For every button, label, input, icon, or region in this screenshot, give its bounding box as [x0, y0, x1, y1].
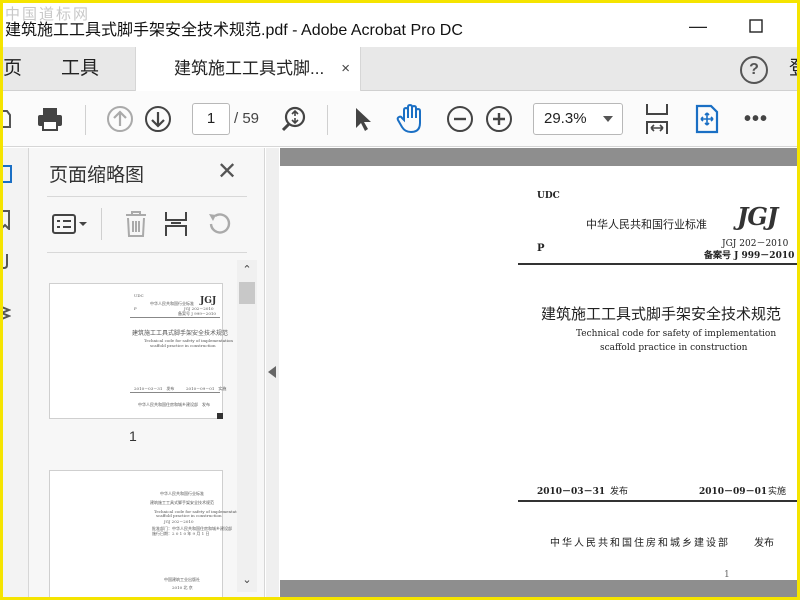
- layers-icon[interactable]: [0, 302, 11, 324]
- thumb-text: UDC: [134, 293, 144, 298]
- tab-home-label: 主页: [3, 58, 23, 79]
- document-title-cn: 建筑施工工具式脚手架安全技术规范: [541, 305, 782, 323]
- thumb-rule: [130, 392, 220, 393]
- thumb-rule: [130, 317, 220, 318]
- page-number: 1: [724, 570, 730, 580]
- divider: [47, 196, 247, 197]
- thumb-text: 2010 北 京: [172, 585, 193, 590]
- maximize-button[interactable]: [741, 11, 771, 41]
- jgj-logo: JGJ: [737, 202, 778, 231]
- pdf-page: UDC 中华人民共和国行业标准 JGJ JGJ 202－2010 P 备案号 J…: [280, 166, 797, 582]
- page-number-input[interactable]: 1: [192, 103, 230, 135]
- scrollbar-thumb[interactable]: [239, 282, 255, 304]
- thumbnail-selected-marker: [217, 413, 223, 419]
- thumb-text: 建筑施工工具式脚手架安全技术规范: [150, 500, 214, 505]
- divider: [101, 208, 102, 240]
- next-page-icon[interactable]: [143, 91, 173, 147]
- window-title: 建筑施工工具式脚手架安全技术规范.pdf - Adobe Acrobat Pro…: [5, 22, 463, 39]
- tab-bar: 主页 工具 建筑施工工具式脚... × ? 登录: [3, 47, 797, 123]
- save-icon[interactable]: [3, 91, 11, 147]
- page-gap: [280, 580, 797, 597]
- header-rule: [518, 263, 797, 265]
- thumb-text: P: [134, 306, 137, 311]
- tab-document-label: 建筑施工工具式脚...: [174, 59, 325, 78]
- document-title-en-1: Technical code for safety of implementat…: [576, 329, 777, 339]
- chevron-down-icon[interactable]: ⌄: [241, 574, 253, 586]
- thumb-text: JGJ 202－2010: [164, 519, 194, 524]
- thumb-logo: JGJ: [200, 296, 217, 306]
- document-title-en-2: scaffold practice in construction: [600, 343, 748, 353]
- thumb-text: 中华人民共和国行业标准: [160, 491, 204, 496]
- thumb-text: 施行日期：2 0 1 0 年 9 月 1 日: [152, 531, 210, 536]
- standard-category: 中华人民共和国行业标准: [586, 218, 707, 231]
- divider: [47, 252, 247, 253]
- minimize-button[interactable]: —: [683, 11, 713, 41]
- insert-page-icon[interactable]: [163, 206, 189, 242]
- zoom-in-icon[interactable]: [484, 91, 514, 147]
- page-thumbnail-2[interactable]: 中华人民共和国行业标准 建筑施工工具式脚手架安全技术规范 Technical c…: [49, 470, 243, 597]
- hand-icon[interactable]: [393, 91, 429, 147]
- zoom-out-icon[interactable]: [445, 91, 475, 147]
- page-thumbnail-1[interactable]: UDC 中华人民共和国行业标准 JGJ P JGJ 202－2010 备案号 J…: [49, 283, 233, 419]
- thumb-text: scaffold practice in construction: [156, 513, 222, 518]
- panel-close-button[interactable]: ✕: [217, 160, 237, 184]
- thumbnail-scrollbar[interactable]: ⌃ ⌄: [237, 260, 257, 592]
- title-bar: 中国道标网 建筑施工工具式脚手架安全技术规范.pdf - Adobe Acrob…: [3, 3, 797, 47]
- toolbar-separator: [85, 105, 86, 135]
- p-label: P: [537, 243, 545, 254]
- issue-label: 发布: [610, 487, 629, 497]
- effective-label: 实施: [768, 487, 787, 497]
- tab-home[interactable]: 主页: [3, 47, 33, 91]
- zoom-value: 29.3%: [544, 110, 587, 127]
- panel-title: 页面缩略图: [49, 165, 145, 186]
- thumbnail-options-icon[interactable]: [51, 206, 89, 242]
- bookmarks-icon[interactable]: [0, 210, 11, 230]
- page-total: / 59: [234, 110, 260, 127]
- zoom-select[interactable]: 29.3%: [533, 103, 623, 135]
- select-arrow-icon[interactable]: [348, 91, 378, 147]
- help-icon[interactable]: ?: [740, 56, 768, 84]
- maximize-icon: [749, 19, 763, 33]
- toolbar: 1 / 59 29.3% •••: [3, 91, 797, 147]
- chevron-up-icon[interactable]: ⌃: [241, 264, 253, 276]
- tab-document[interactable]: 建筑施工工具式脚... ×: [135, 47, 361, 92]
- chevron-down-icon: [603, 116, 613, 122]
- trash-icon[interactable]: [123, 206, 149, 242]
- footer-rule: [518, 500, 797, 502]
- tab-tools[interactable]: 工具: [61, 47, 99, 91]
- udc-label: UDC: [537, 191, 560, 201]
- thumb-text: 建筑施工工具式脚手架安全技术规范: [132, 330, 229, 337]
- thumb-text: 中国建筑工业出版社: [164, 577, 200, 582]
- tab-close-button[interactable]: ×: [341, 47, 350, 91]
- thumb-text: scaffold practice in construction: [150, 343, 216, 348]
- thumb-text: 中华人民共和国住房和城乡建设部 发布: [138, 402, 210, 407]
- rotate-icon[interactable]: [205, 206, 233, 242]
- publisher: 中华人民共和国住房和城乡建设部: [550, 538, 730, 549]
- print-icon[interactable]: [33, 91, 67, 147]
- issue-date: 2010－03－31: [537, 487, 606, 497]
- toolbar-separator: [327, 105, 328, 135]
- publish-label: 发布: [754, 538, 774, 549]
- more-tools-button[interactable]: •••: [739, 91, 773, 147]
- thumbnail-page-number: 1: [129, 428, 137, 444]
- chevron-left-icon: [268, 366, 276, 378]
- find-icon[interactable]: [279, 91, 309, 147]
- attachment-icon[interactable]: [0, 250, 11, 270]
- prev-page-icon[interactable]: [105, 91, 135, 147]
- scroll-mode-icon[interactable]: [691, 91, 723, 147]
- thumbnails-panel: 页面缩略图 ✕ UDC 中华人民共和国行业标准 JGJ P JGJ 202－20…: [29, 148, 265, 597]
- document-view[interactable]: UDC 中华人民共和国行业标准 JGJ JGJ 202－2010 P 备案号 J…: [280, 148, 797, 597]
- panel-collapse-handle[interactable]: [266, 148, 279, 597]
- fit-page-icon[interactable]: [641, 91, 673, 147]
- page-thumbnails-icon[interactable]: [0, 164, 13, 184]
- effective-date: 2010－09－01: [699, 487, 768, 497]
- navigation-rail: [0, 148, 29, 597]
- record-number: 备案号 J 999－2010: [704, 251, 795, 261]
- app-window: 中国道标网 建筑施工工具式脚手架安全技术规范.pdf - Adobe Acrob…: [0, 0, 800, 600]
